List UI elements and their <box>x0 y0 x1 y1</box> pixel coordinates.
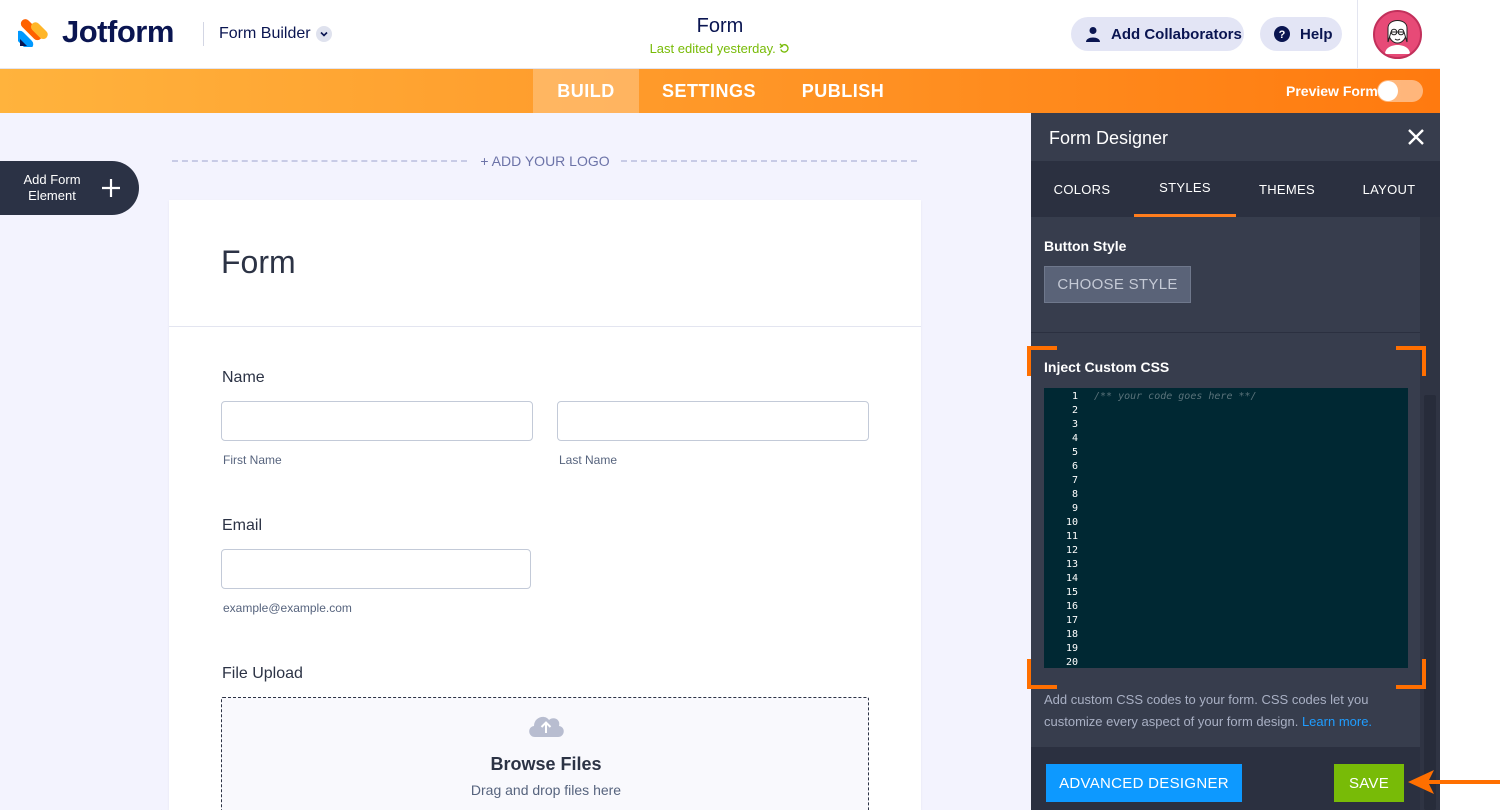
tab-layout[interactable]: LAYOUT <box>1338 161 1440 217</box>
designer-header: Form Designer <box>1031 113 1440 161</box>
chevron-down-icon[interactable] <box>316 26 332 42</box>
line-number: 1 <box>1071 391 1078 402</box>
drag-drop-hint: Drag and drop files here <box>470 782 622 798</box>
custom-css-editor[interactable]: 1 2 3 4 5 6 7 8 9 10 11 12 13 14 15 16 17 18 19 20 /** your… <box>1044 388 1408 668</box>
name-field-label[interactable]: Name <box>222 369 265 387</box>
top-header: Jotform Form Builder Form Last edited ye… <box>0 0 1440 69</box>
preview-form-label: Preview Form <box>1286 83 1378 99</box>
line-number: 10 <box>1065 517 1078 528</box>
line-number: 9 <box>1071 503 1078 514</box>
last-edited-text: Last edited yesterday. <box>649 41 776 56</box>
browse-files-label: Browse Files <box>490 754 602 774</box>
brand-name[interactable]: Jotform <box>62 14 174 50</box>
builder-nav-bar: BUILD SETTINGS PUBLISH Preview Form <box>0 69 1440 113</box>
email-field-label[interactable]: Email <box>222 517 262 535</box>
last-name-input[interactable] <box>557 401 869 441</box>
button-style-label: Button Style <box>1044 238 1127 254</box>
file-upload-dropzone[interactable]: Browse Files Drag and drop files here <box>221 697 869 810</box>
add-form-element-label: Add Form Element <box>23 172 81 203</box>
add-form-element-button[interactable]: Add Form Element <box>0 161 139 215</box>
line-number: 7 <box>1071 475 1078 486</box>
line-number: 2 <box>1071 405 1078 416</box>
line-number: 5 <box>1071 447 1078 458</box>
email-sublabel: example@example.com <box>223 601 352 615</box>
form-title[interactable]: Form <box>620 15 820 38</box>
line-number: 8 <box>1071 489 1078 500</box>
add-collaborators-label: Add Collaborators <box>1111 25 1242 43</box>
email-input[interactable] <box>221 549 531 589</box>
user-avatar[interactable] <box>1373 10 1422 59</box>
help-button[interactable]: ? Help <box>1260 17 1342 51</box>
user-icon <box>1083 24 1103 44</box>
help-label: Help <box>1300 25 1333 43</box>
last-name-sublabel: Last Name <box>559 453 618 467</box>
line-number: 3 <box>1071 419 1078 430</box>
tab-styles[interactable]: STYLES <box>1134 161 1236 217</box>
line-number: 13 <box>1065 559 1078 570</box>
designer-title: Form Designer <box>1049 128 1169 148</box>
line-number: 19 <box>1065 643 1078 654</box>
line-number: 18 <box>1065 629 1078 640</box>
panel-scrollbar[interactable] <box>1420 217 1440 810</box>
tab-build[interactable]: BUILD <box>533 69 639 113</box>
line-number: 11 <box>1065 531 1078 542</box>
designer-tabs: COLORS STYLES THEMES LAYOUT <box>1031 161 1440 217</box>
form-builder-dropdown[interactable]: Form Builder <box>219 25 311 43</box>
scrollbar-thumb[interactable] <box>1424 395 1436 810</box>
tab-themes[interactable]: THEMES <box>1236 161 1338 217</box>
heading-divider <box>169 326 921 327</box>
question-icon: ? <box>1272 24 1292 44</box>
logo-divider-right <box>621 160 917 162</box>
form-designer-panel: Form Designer COLORS STYLES THEMES LAYOU… <box>1031 113 1440 810</box>
highlight-corner-top-left <box>1027 346 1057 376</box>
add-logo-button[interactable]: + ADD YOUR LOGO <box>470 153 620 169</box>
line-number: 16 <box>1065 601 1078 612</box>
save-button[interactable]: SAVE <box>1334 764 1404 802</box>
jotform-logo-icon[interactable] <box>18 15 48 47</box>
preview-form-toggle[interactable] <box>1377 80 1423 102</box>
line-number: 15 <box>1065 587 1078 598</box>
code-placeholder: /** your code goes here **/ <box>1094 391 1257 402</box>
pointer-arrow-icon <box>1408 770 1500 794</box>
tab-publish[interactable]: PUBLISH <box>790 69 896 113</box>
line-number-gutter: 1 2 3 4 5 6 7 8 9 10 11 12 13 14 15 16 17 18 19 20 <box>1044 388 1084 668</box>
css-description: Add custom CSS codes to your form. CSS c… <box>1044 689 1414 733</box>
plus-icon <box>102 179 120 197</box>
line-number: 14 <box>1065 573 1078 584</box>
line-number: 17 <box>1065 615 1078 626</box>
choose-style-button[interactable]: CHOOSE STYLE <box>1044 266 1191 303</box>
close-icon[interactable] <box>1407 128 1425 146</box>
designer-footer: ADVANCED DESIGNER SAVE <box>1031 747 1420 810</box>
line-number: 12 <box>1065 545 1078 556</box>
learn-more-link[interactable]: Learn more. <box>1302 714 1372 729</box>
advanced-designer-button[interactable]: ADVANCED DESIGNER <box>1046 764 1242 802</box>
header-divider <box>203 22 204 46</box>
line-number: 4 <box>1071 433 1078 444</box>
svg-text:?: ? <box>1279 29 1286 41</box>
revert-icon[interactable] <box>779 43 790 54</box>
file-upload-label[interactable]: File Upload <box>222 665 303 683</box>
add-collaborators-button[interactable]: Add Collaborators <box>1071 17 1244 51</box>
cloud-upload-icon <box>529 716 564 737</box>
avatar-divider <box>1357 0 1358 69</box>
highlight-corner-top-right <box>1396 346 1426 376</box>
first-name-sublabel: First Name <box>223 453 282 467</box>
last-edited-status[interactable]: Last edited yesterday. <box>590 41 850 56</box>
form-heading[interactable]: Form <box>221 244 296 281</box>
form-card: Form Name First Name Last Name Email exa… <box>169 200 921 810</box>
section-divider <box>1031 332 1420 333</box>
logo-divider-left <box>172 160 467 162</box>
tab-settings[interactable]: SETTINGS <box>650 69 768 113</box>
tab-colors[interactable]: COLORS <box>1031 161 1133 217</box>
inject-css-label: Inject Custom CSS <box>1044 359 1170 375</box>
line-number: 6 <box>1071 461 1078 472</box>
highlight-corner-bottom-right <box>1396 659 1426 689</box>
first-name-input[interactable] <box>221 401 533 441</box>
toggle-knob <box>1378 81 1398 101</box>
highlight-corner-bottom-left <box>1027 659 1057 689</box>
